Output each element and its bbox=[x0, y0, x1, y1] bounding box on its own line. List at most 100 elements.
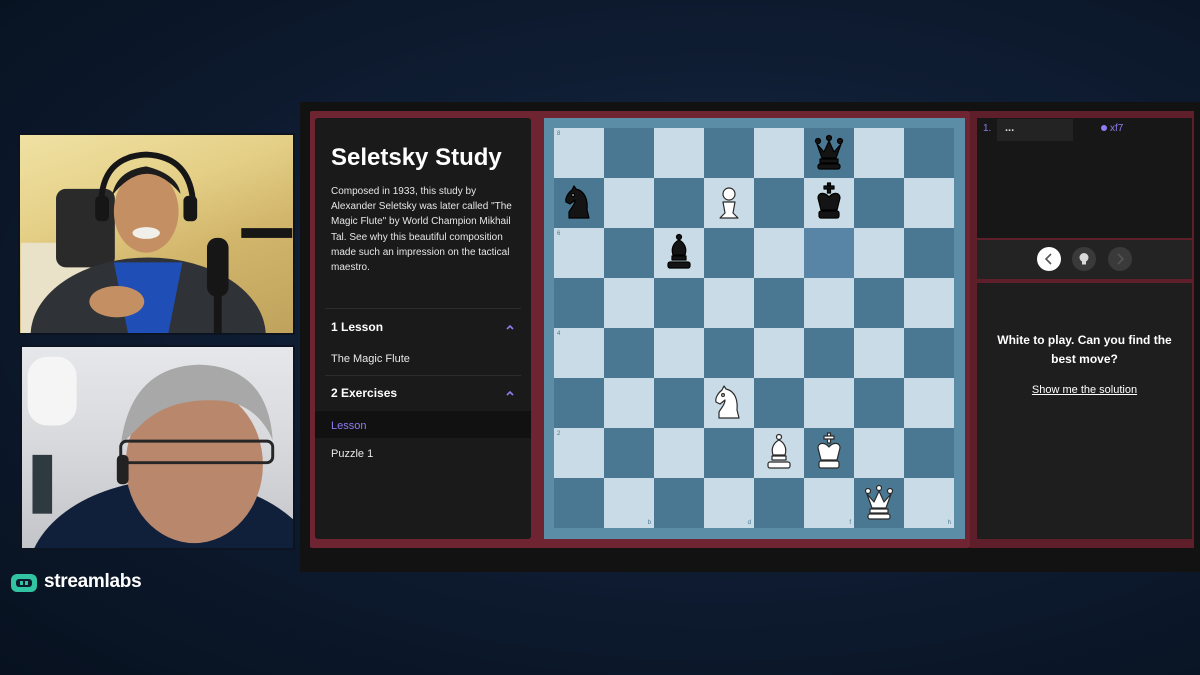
black-bishop-icon[interactable] bbox=[654, 228, 704, 278]
board-square-a4[interactable]: 4 bbox=[554, 328, 604, 378]
board-square-a8[interactable]: 8 bbox=[554, 128, 604, 178]
board-square-a2[interactable]: 2 bbox=[554, 428, 604, 478]
board-square-g7[interactable] bbox=[854, 178, 904, 228]
board-square-h4[interactable] bbox=[904, 328, 954, 378]
white-queen-icon[interactable] bbox=[854, 478, 904, 528]
board-square-b1[interactable]: b bbox=[604, 478, 654, 528]
board-square-f6[interactable] bbox=[804, 228, 854, 278]
rank-coordinate: 5 bbox=[557, 281, 561, 287]
board-square-b7[interactable] bbox=[604, 178, 654, 228]
board-square-e4[interactable] bbox=[754, 328, 804, 378]
board-square-g5[interactable] bbox=[854, 278, 904, 328]
section-header-label: 2 Exercises bbox=[331, 386, 398, 400]
board-square-e8[interactable] bbox=[754, 128, 804, 178]
board-square-a7[interactable]: 7 bbox=[554, 178, 604, 228]
chess-board[interactable]: 876 5 4 3 2 1abc de fg h bbox=[554, 128, 954, 528]
black-move-dot-icon bbox=[1101, 125, 1107, 131]
black-knight-icon[interactable] bbox=[554, 178, 604, 228]
section-header-lesson[interactable]: 1 Lesson bbox=[331, 320, 515, 334]
board-square-b8[interactable] bbox=[604, 128, 654, 178]
divider bbox=[325, 308, 521, 309]
show-solution-link[interactable]: Show me the solution bbox=[997, 384, 1172, 396]
exercise-item-puzzle-1[interactable]: Puzzle 1 bbox=[331, 448, 373, 460]
white-pawn-icon[interactable] bbox=[704, 178, 754, 228]
board-square-g3[interactable] bbox=[854, 378, 904, 428]
board-square-g8[interactable] bbox=[854, 128, 904, 178]
board-square-e6[interactable] bbox=[754, 228, 804, 278]
board-square-d5[interactable] bbox=[704, 278, 754, 328]
board-square-a5[interactable]: 5 bbox=[554, 278, 604, 328]
board-square-b5[interactable] bbox=[604, 278, 654, 328]
lightbulb-icon bbox=[1079, 253, 1089, 265]
board-square-c1[interactable]: c bbox=[654, 478, 704, 528]
board-square-f8[interactable] bbox=[804, 128, 854, 178]
board-square-c3[interactable] bbox=[654, 378, 704, 428]
board-square-d8[interactable] bbox=[704, 128, 754, 178]
board-square-f5[interactable] bbox=[804, 278, 854, 328]
board-square-h7[interactable] bbox=[904, 178, 954, 228]
board-square-a1[interactable]: 1a bbox=[554, 478, 604, 528]
board-square-g1[interactable]: g bbox=[854, 478, 904, 528]
board-square-b3[interactable] bbox=[604, 378, 654, 428]
board-square-c4[interactable] bbox=[654, 328, 704, 378]
board-square-c7[interactable] bbox=[654, 178, 704, 228]
lesson-item-magic-flute[interactable]: The Magic Flute bbox=[331, 353, 410, 365]
section-header-exercises[interactable]: 2 Exercises bbox=[331, 386, 515, 400]
board-square-h8[interactable] bbox=[904, 128, 954, 178]
board-square-c8[interactable] bbox=[654, 128, 704, 178]
board-square-h3[interactable] bbox=[904, 378, 954, 428]
board-square-g2[interactable] bbox=[854, 428, 904, 478]
section-header-label: 1 Lesson bbox=[331, 320, 384, 334]
white-knight-icon[interactable] bbox=[704, 378, 754, 428]
file-coordinate: h bbox=[947, 520, 951, 526]
white-bishop-icon[interactable] bbox=[754, 428, 804, 478]
back-button[interactable] bbox=[1037, 247, 1061, 271]
black-king-icon[interactable] bbox=[804, 178, 854, 228]
rank-coordinate: 2 bbox=[557, 431, 561, 437]
board-square-f7[interactable] bbox=[804, 178, 854, 228]
board-square-d7[interactable] bbox=[704, 178, 754, 228]
board-square-a3[interactable]: 3 bbox=[554, 378, 604, 428]
board-square-b6[interactable] bbox=[604, 228, 654, 278]
file-coordinate: d bbox=[747, 520, 751, 526]
board-square-d3[interactable] bbox=[704, 378, 754, 428]
next-button[interactable] bbox=[1108, 247, 1132, 271]
board-square-e1[interactable]: e bbox=[754, 478, 804, 528]
board-square-h2[interactable] bbox=[904, 428, 954, 478]
board-square-f3[interactable] bbox=[804, 378, 854, 428]
move-black[interactable]: xf7 bbox=[1101, 123, 1123, 134]
white-king-icon[interactable] bbox=[804, 428, 854, 478]
board-square-f4[interactable] bbox=[804, 328, 854, 378]
streamlabs-icon bbox=[11, 574, 37, 592]
study-description: Composed in 1933, this study by Alexande… bbox=[331, 186, 512, 274]
board-square-f2[interactable] bbox=[804, 428, 854, 478]
board-square-f1[interactable]: f bbox=[804, 478, 854, 528]
controls-bar bbox=[977, 240, 1192, 279]
board-square-g6[interactable] bbox=[854, 228, 904, 278]
exercise-item-lesson[interactable]: Lesson bbox=[331, 420, 366, 432]
board-square-a6[interactable]: 6 bbox=[554, 228, 604, 278]
board-square-c6[interactable] bbox=[654, 228, 704, 278]
board-square-h6[interactable] bbox=[904, 228, 954, 278]
board-square-e7[interactable] bbox=[754, 178, 804, 228]
board-square-e5[interactable] bbox=[754, 278, 804, 328]
board-square-g4[interactable] bbox=[854, 328, 904, 378]
hint-button[interactable] bbox=[1072, 247, 1096, 271]
board-square-d4[interactable] bbox=[704, 328, 754, 378]
file-coordinate: a bbox=[597, 520, 601, 526]
rank-coordinate: 4 bbox=[557, 331, 561, 337]
board-square-d1[interactable]: d bbox=[704, 478, 754, 528]
board-square-d6[interactable] bbox=[704, 228, 754, 278]
move-number: 1. bbox=[983, 123, 992, 134]
board-square-h1[interactable]: h bbox=[904, 478, 954, 528]
board-square-c2[interactable] bbox=[654, 428, 704, 478]
black-queen-icon[interactable] bbox=[804, 128, 854, 178]
board-square-e2[interactable] bbox=[754, 428, 804, 478]
board-square-b2[interactable] bbox=[604, 428, 654, 478]
board-square-c5[interactable] bbox=[654, 278, 704, 328]
board-square-d2[interactable] bbox=[704, 428, 754, 478]
file-coordinate: f bbox=[849, 520, 851, 526]
board-square-h5[interactable] bbox=[904, 278, 954, 328]
board-square-e3[interactable] bbox=[754, 378, 804, 428]
board-square-b4[interactable] bbox=[604, 328, 654, 378]
